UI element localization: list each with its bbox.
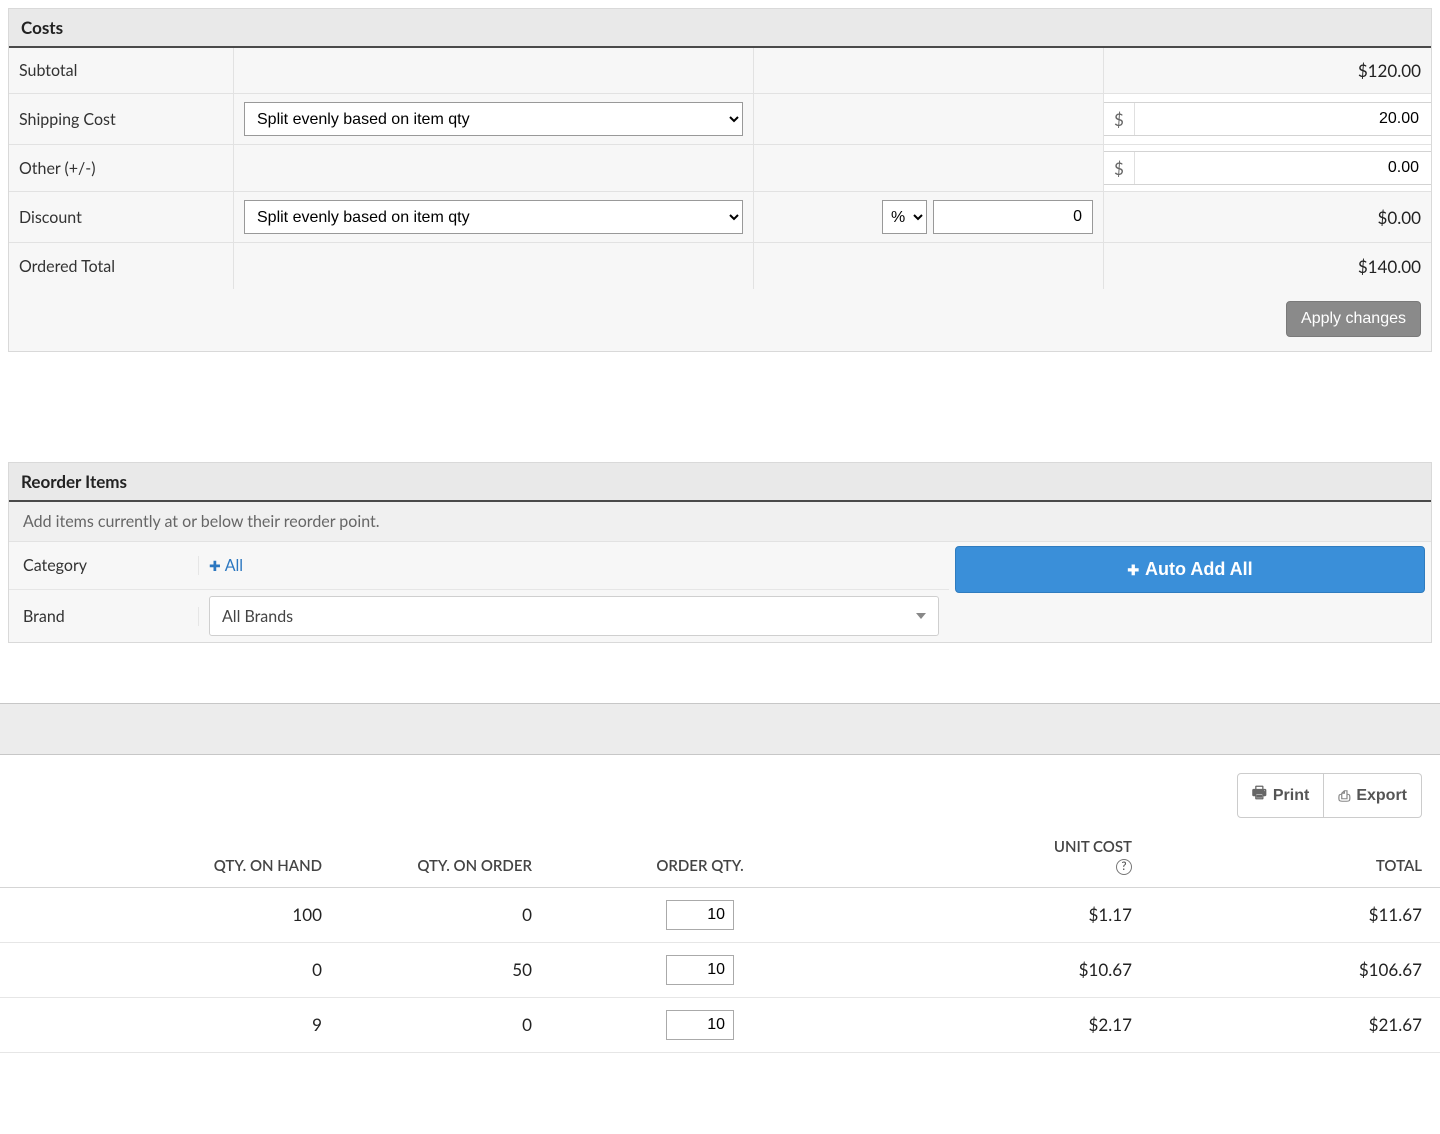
items-section: Print Export QTY. ON HAND QTY. ON ORDER …: [0, 703, 1440, 1053]
discount-amount-input[interactable]: [933, 200, 1093, 234]
shipping-row: Shipping Cost Split evenly based on item…: [9, 94, 1431, 145]
shipping-amount-input[interactable]: [1135, 103, 1431, 135]
order-qty-input[interactable]: [666, 1010, 734, 1040]
cell-qty-on-hand: 9: [0, 997, 340, 1052]
category-label: Category: [9, 556, 199, 575]
apply-changes-button[interactable]: Apply changes: [1286, 301, 1421, 337]
other-amount-input[interactable]: [1135, 152, 1431, 184]
costs-panel: Costs Subtotal $120.00 Shipping Cost Spl…: [8, 8, 1432, 352]
items-table: QTY. ON HAND QTY. ON ORDER ORDER QTY. UN…: [0, 828, 1440, 1053]
cell-qty-on-hand: 0: [0, 942, 340, 997]
brand-row: Brand All Brands: [9, 590, 949, 642]
table-row: 050 $10.67$106.67: [0, 942, 1440, 997]
ordered-total-value: $140.00: [1104, 243, 1431, 289]
reorder-panel: Reorder Items Add items currently at or …: [8, 462, 1432, 643]
category-row: Category All: [9, 542, 949, 590]
ordered-total-row: Ordered Total $140.00: [9, 243, 1431, 289]
discount-unit-select[interactable]: %: [882, 200, 927, 234]
other-label: Other (+/-): [9, 145, 234, 191]
cell-total: $11.67: [1150, 887, 1440, 942]
cell-unit-cost: $1.17: [850, 887, 1150, 942]
help-icon[interactable]: ?: [1116, 859, 1132, 875]
plus-icon: [209, 556, 221, 575]
costs-header: Costs: [9, 9, 1431, 48]
print-button[interactable]: Print: [1237, 773, 1325, 818]
shipping-label: Shipping Cost: [9, 94, 234, 144]
cell-unit-cost: $2.17: [850, 997, 1150, 1052]
table-row: 90 $2.17$21.67: [0, 997, 1440, 1052]
order-qty-input[interactable]: [666, 955, 734, 985]
plus-icon: [1127, 559, 1139, 580]
export-button[interactable]: Export: [1324, 773, 1422, 818]
other-row: Other (+/-) $: [9, 145, 1431, 192]
export-icon: [1338, 787, 1350, 805]
col-qty-on-hand: QTY. ON HAND: [0, 828, 340, 887]
discount-label: Discount: [9, 192, 234, 242]
ordered-total-label: Ordered Total: [9, 243, 234, 289]
dollar-icon: $: [1104, 103, 1135, 135]
cell-unit-cost: $10.67: [850, 942, 1150, 997]
cell-qty-on-hand: 100: [0, 887, 340, 942]
brand-label: Brand: [9, 607, 199, 626]
chevron-down-icon: [916, 613, 926, 619]
cell-qty-on-order: 0: [340, 997, 550, 1052]
auto-add-all-button[interactable]: Auto Add All: [955, 546, 1425, 593]
brand-select[interactable]: All Brands: [209, 596, 939, 636]
col-unit-cost: UNIT COST ?: [850, 828, 1150, 887]
reorder-header: Reorder Items: [9, 463, 1431, 502]
order-qty-input[interactable]: [666, 900, 734, 930]
col-order-qty: ORDER QTY.: [550, 828, 850, 887]
reorder-subtext: Add items currently at or below their re…: [9, 502, 1431, 542]
print-icon: [1252, 782, 1267, 809]
table-row: 1000 $1.17$11.67: [0, 887, 1440, 942]
subtotal-label: Subtotal: [9, 48, 234, 93]
col-total: TOTAL: [1150, 828, 1440, 887]
col-qty-on-order: QTY. ON ORDER: [340, 828, 550, 887]
discount-row: Discount Split evenly based on item qty …: [9, 192, 1431, 243]
cell-qty-on-order: 50: [340, 942, 550, 997]
cell-total: $106.67: [1150, 942, 1440, 997]
shipping-method-select[interactable]: Split evenly based on item qty: [244, 102, 743, 136]
discount-value: $0.00: [1104, 192, 1431, 242]
subtotal-row: Subtotal $120.00: [9, 48, 1431, 94]
dollar-icon: $: [1104, 152, 1135, 184]
cell-qty-on-order: 0: [340, 887, 550, 942]
items-topbar: [0, 703, 1440, 755]
category-all-link[interactable]: All: [209, 556, 243, 575]
subtotal-value: $120.00: [1104, 48, 1431, 93]
discount-method-select[interactable]: Split evenly based on item qty: [244, 200, 743, 234]
cell-total: $21.67: [1150, 997, 1440, 1052]
